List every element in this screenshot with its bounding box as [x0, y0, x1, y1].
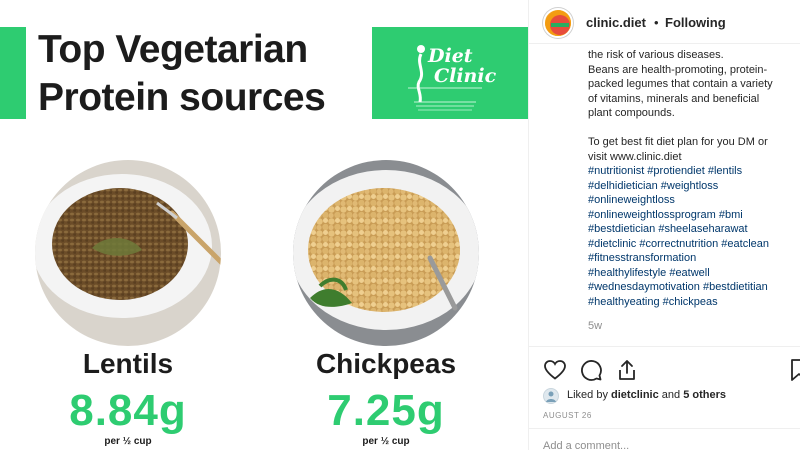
chickpeas-bowl-photo	[293, 160, 479, 346]
post-date[interactable]: AUGUST 26	[543, 411, 592, 420]
headline-line-2: Protein sources	[38, 76, 326, 119]
separator-dot: •	[654, 15, 659, 30]
headline: Top Vegetarian Protein sources	[38, 26, 368, 122]
headline-line-1: Top Vegetarian	[38, 28, 308, 71]
caption-line: plant compounds.	[588, 107, 675, 119]
post-image: Top Vegetarian Protein sources Diet Clin…	[0, 0, 528, 450]
hashtag-line[interactable]: #nutritionist #protiendiet #lentils	[588, 165, 742, 177]
logo-text-line-2: Clinic	[434, 65, 497, 87]
liker-avatar-icon	[546, 391, 556, 402]
divider	[529, 428, 800, 429]
liker-username-link[interactable]: dietclinic	[611, 389, 659, 401]
caption-cta-line: To get best fit diet plan for you DM or	[588, 136, 768, 148]
caption-timestamp[interactable]: 5w	[588, 320, 602, 332]
caption-line: of vitamins, minerals and beneficial	[588, 92, 760, 105]
caption-line: Beans are health-promoting, protein-	[588, 63, 768, 76]
food-unit-lentils: per ½ cup	[104, 436, 152, 447]
hashtag-list: #nutritionist #protiendiet #lentils #del…	[588, 164, 800, 309]
likes-middle: and	[658, 389, 684, 401]
likes-prefix: Liked by	[567, 389, 612, 401]
hashtag-line[interactable]: #healthylifestyle #eatwell	[588, 267, 710, 279]
food-value-lentils: 8.84g	[69, 386, 187, 435]
logo-fine-print	[408, 87, 482, 111]
logo-text-line-1: Diet	[428, 45, 473, 67]
post-header: clinic.diet • Following	[529, 0, 800, 44]
bookmark-icon[interactable]	[787, 358, 800, 382]
post-side-panel: clinic.diet • Following the risk of vari…	[528, 0, 800, 450]
hashtag-line[interactable]: #healthyeating #chickpeas	[588, 296, 718, 308]
lentils-bowl-photo	[35, 160, 221, 346]
liker-avatar[interactable]	[543, 388, 559, 404]
profile-logo-icon	[545, 10, 571, 36]
heart-icon[interactable]	[543, 358, 567, 382]
caption-line: packed legumes that contain a variety	[588, 78, 773, 90]
hashtag-line[interactable]: #dietclinic #correctnutrition #eatclean	[588, 238, 769, 250]
hashtag-line[interactable]: #wednesdaymotivation #bestdietitian	[588, 281, 768, 293]
avatar[interactable]	[543, 8, 573, 38]
divider	[529, 346, 800, 347]
likes-others-link[interactable]: 5 others	[683, 389, 726, 401]
following-button[interactable]: Following	[665, 15, 726, 30]
post-caption: the risk of various diseases. Beans are …	[588, 48, 800, 309]
food-unit-chickpeas: per ½ cup	[362, 436, 410, 447]
logo-wordmark: Diet Clinic	[428, 46, 496, 86]
username-link[interactable]: clinic.diet	[586, 15, 646, 30]
caption-line: the risk of various diseases.	[588, 49, 724, 61]
hashtag-line[interactable]: #onlineweightloss	[588, 194, 675, 206]
hashtag-line[interactable]: #delhidietician #weightloss	[588, 180, 718, 192]
food-name-lentils: Lentils	[82, 348, 174, 379]
hashtag-line[interactable]: #bestdietician #sheelaseharawat	[588, 223, 748, 235]
likes-text: Liked by dietclinic and 5 others	[567, 389, 726, 401]
food-value-chickpeas: 7.25g	[327, 386, 445, 435]
food-name-chickpeas: Chickpeas	[315, 348, 457, 379]
comment-icon[interactable]	[579, 358, 603, 382]
share-icon[interactable]	[615, 358, 639, 382]
hashtag-line[interactable]: #fitnesstransformation	[588, 252, 696, 264]
caption-cta-line: visit www.clinic.diet	[588, 150, 682, 163]
comment-input[interactable]: Add a comment...	[543, 440, 629, 450]
hashtag-line[interactable]: #onlineweightlossprogram #bmi	[588, 209, 743, 221]
accent-bar	[0, 27, 26, 119]
